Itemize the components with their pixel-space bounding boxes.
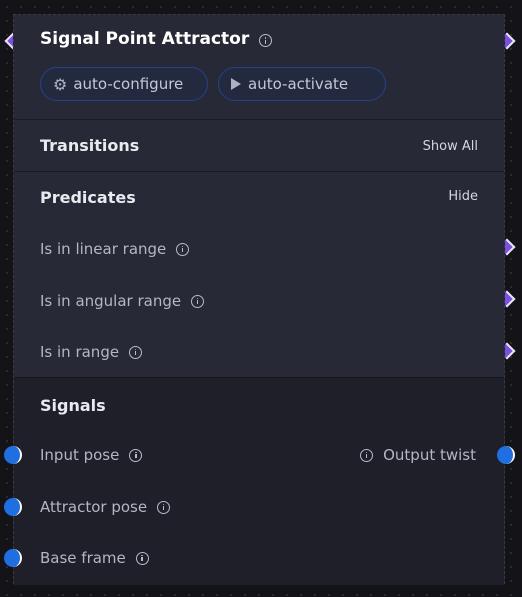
signals-title: Signals [40, 396, 106, 415]
predicates-title: Predicates [40, 188, 136, 207]
predicates-section: Predicates Hide Is in linear range Is in… [14, 171, 504, 377]
info-icon[interactable] [259, 34, 272, 47]
predicate-in-range: Is in range [40, 343, 143, 361]
signal-base-frame: Base frame [40, 549, 149, 567]
predicate-label: Is in range [40, 343, 120, 361]
show-all-button[interactable]: Show All [423, 139, 478, 154]
node-title: Signal Point Attractor [40, 29, 250, 49]
signal-label: Input pose [40, 446, 120, 464]
gear-icon: ⚙ [53, 74, 68, 94]
info-icon[interactable] [360, 448, 374, 462]
info-icon[interactable] [176, 242, 190, 256]
signal-label: Base frame [40, 549, 126, 567]
attractor-pose-port[interactable] [4, 498, 22, 516]
node-header: Signal Point Attractor ⚙ auto-configure … [14, 15, 504, 119]
info-icon[interactable] [135, 551, 149, 565]
auto-activate-button[interactable]: auto-activate [218, 67, 386, 101]
hide-button[interactable]: Hide [448, 189, 478, 204]
signal-input-pose: Input pose [40, 446, 143, 464]
signal-label: Attractor pose [40, 498, 148, 516]
info-icon[interactable] [129, 448, 143, 462]
signal-attractor-pose: Attractor pose [40, 498, 171, 516]
base-frame-port[interactable] [4, 549, 22, 567]
info-icon[interactable] [191, 294, 205, 308]
info-icon[interactable] [157, 500, 171, 514]
signal-output-twist: Output twist [360, 446, 476, 464]
play-icon [231, 78, 241, 90]
info-icon[interactable] [129, 345, 143, 359]
predicate-label: Is in angular range [40, 292, 182, 310]
predicate-linear-range: Is in linear range [40, 240, 190, 258]
output-twist-port[interactable] [497, 446, 515, 464]
transitions-section: Transitions Show All [14, 119, 504, 171]
auto-configure-button[interactable]: ⚙ auto-configure [40, 67, 208, 101]
predicate-label: Is in linear range [40, 240, 167, 258]
auto-activate-label: auto-activate [248, 75, 349, 93]
predicate-angular-range: Is in angular range [40, 292, 205, 310]
signal-point-attractor-node[interactable]: Signal Point Attractor ⚙ auto-configure … [13, 14, 505, 585]
auto-configure-label: auto-configure [73, 75, 184, 93]
signals-section: Signals Input pose Output twist Attracto… [14, 377, 504, 585]
input-pose-port[interactable] [4, 446, 22, 464]
signal-label: Output twist [383, 446, 476, 464]
transitions-title: Transitions [40, 136, 140, 155]
